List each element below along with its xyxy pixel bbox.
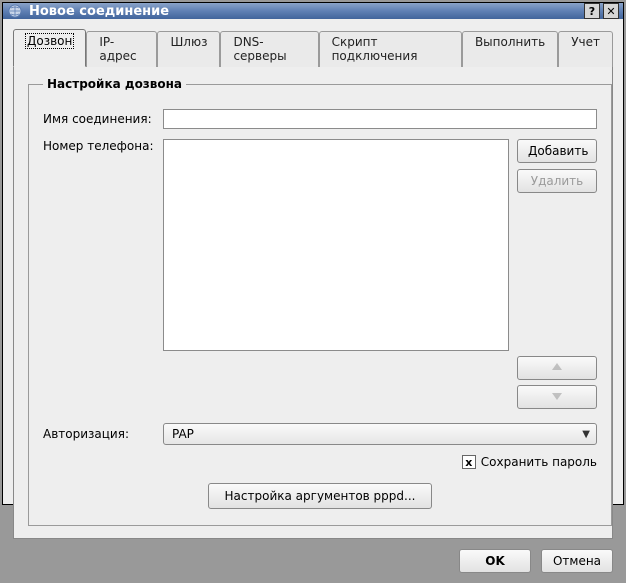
phone-updown-buttons (517, 356, 597, 409)
move-up-button[interactable] (517, 356, 597, 380)
move-down-button[interactable] (517, 385, 597, 409)
tab-page-dial: Настройка дозвона Имя соединения: Номер … (13, 66, 613, 539)
phone-label: Номер телефона: (43, 139, 163, 153)
arrow-up-icon (550, 361, 564, 376)
cancel-button[interactable]: Отмена (541, 549, 613, 573)
connection-name-row: Имя соединения: (43, 109, 597, 129)
connection-name-label: Имя соединения: (43, 112, 163, 126)
pppd-args-button[interactable]: Настройка аргументов pppd... (208, 483, 433, 509)
tab-gateway[interactable]: Шлюз (157, 31, 220, 67)
tab-dns[interactable]: DNS-серверы (220, 31, 318, 67)
auth-combo[interactable]: PAP ▼ (163, 423, 597, 445)
tab-label: Дозвон (26, 34, 73, 48)
client-area: Дозвон IP-адрес Шлюз DNS-серверы Скрипт … (3, 19, 623, 583)
tab-dial[interactable]: Дозвон (13, 29, 86, 67)
add-button[interactable]: Добавить (517, 139, 597, 163)
pppd-row: Настройка аргументов pppd... (43, 483, 597, 509)
phone-list[interactable] (163, 139, 509, 351)
phone-row: Номер телефона: Добавить Удалить (43, 139, 597, 409)
arrow-down-icon (550, 390, 564, 405)
save-password-row: x Сохранить пароль (43, 455, 597, 469)
connection-name-input[interactable] (163, 109, 597, 129)
chevron-down-icon: ▼ (582, 429, 590, 440)
tab-bar: Дозвон IP-адрес Шлюз DNS-серверы Скрипт … (13, 29, 613, 67)
window-title: Новое соединение (29, 4, 584, 19)
save-password-label: Сохранить пароль (481, 455, 597, 469)
auth-label: Авторизация: (43, 427, 163, 441)
auth-combo-value: PAP (172, 427, 194, 441)
tab-ip[interactable]: IP-адрес (86, 31, 157, 67)
auth-row: Авторизация: PAP ▼ (43, 423, 597, 445)
dialog-buttons: OK Отмена (13, 549, 613, 573)
close-button[interactable]: ✕ (603, 3, 619, 19)
dialog-window: Новое соединение ? ✕ Дозвон IP-адрес Шлю… (2, 2, 624, 505)
phone-side-buttons: Добавить Удалить (517, 139, 597, 351)
help-button[interactable]: ? (584, 3, 600, 19)
titlebar[interactable]: Новое соединение ? ✕ (3, 3, 623, 19)
dial-settings-group: Настройка дозвона Имя соединения: Номер … (28, 77, 612, 526)
titlebar-buttons: ? ✕ (584, 3, 619, 19)
ok-button[interactable]: OK (459, 549, 531, 573)
tab-script[interactable]: Скрипт подключения (319, 31, 462, 67)
save-password-checkbox[interactable]: x (462, 455, 476, 469)
delete-button[interactable]: Удалить (517, 169, 597, 193)
app-icon (7, 3, 23, 19)
group-legend: Настройка дозвона (43, 77, 186, 91)
tab-execute[interactable]: Выполнить (462, 31, 558, 67)
tab-account[interactable]: Учет (558, 31, 613, 67)
